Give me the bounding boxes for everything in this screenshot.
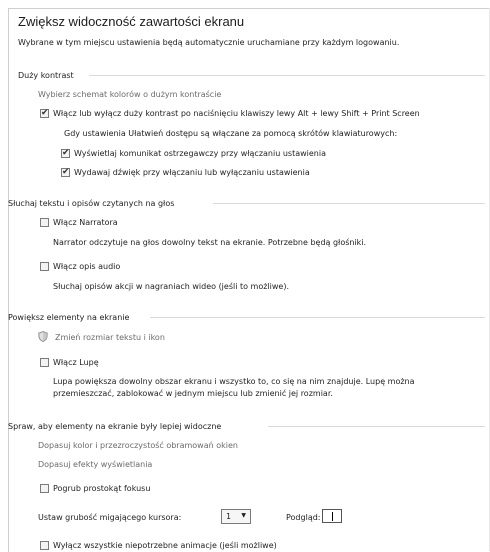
audio-description-checkbox[interactable] xyxy=(40,262,49,271)
narrator-label[interactable]: Włącz Narratora xyxy=(53,218,118,227)
section-narrator: Słuchaj tekstu i opisów czytanych na gło… xyxy=(8,199,175,208)
magnifier-label[interactable]: Włącz Lupę xyxy=(53,358,99,367)
audio-description-label[interactable]: Włącz opis audio xyxy=(53,262,120,271)
narrator-checkbox[interactable] xyxy=(40,218,49,227)
page-title: Zwiększ widoczność zawartości ekranu xyxy=(18,14,245,29)
cursor-caret xyxy=(332,512,333,521)
cursor-thickness-label: Ustaw grubość migającego kursora: xyxy=(38,513,182,522)
cursor-thickness-value: 1 xyxy=(226,512,232,521)
animations-checkbox[interactable] xyxy=(40,541,49,550)
section-divider xyxy=(150,317,485,318)
focus-rectangle-checkbox[interactable] xyxy=(40,484,49,493)
shield-icon xyxy=(38,331,48,342)
narrator-description: Narrator odczytuje na głos dowolny tekst… xyxy=(53,238,367,247)
high-contrast-shortcut-checkbox[interactable] xyxy=(40,108,49,118)
section-magnify: Powiększ elementy na ekranie xyxy=(8,313,130,322)
magnifier-checkbox[interactable] xyxy=(40,358,49,367)
resize-text-icons-link[interactable]: Zmień rozmiar tekstu i ikon xyxy=(55,333,165,342)
cursor-preview xyxy=(322,509,342,523)
animations-label[interactable]: Wyłącz wszystkie niepotrzebne animacje (… xyxy=(53,541,277,550)
audio-description-text: Słuchaj opisów akcji w nagraniach wideo … xyxy=(53,282,290,291)
section-divider xyxy=(268,426,485,427)
high-contrast-shortcut-label[interactable]: Włącz lub wyłącz duży kontrast po naciśn… xyxy=(53,109,420,118)
preview-label: Podgląd: xyxy=(286,513,321,522)
cursor-thickness-dropdown[interactable]: 1 ▼ xyxy=(221,509,251,524)
sound-checkbox[interactable] xyxy=(61,167,70,177)
magnifier-description-line-2: przemieszczać, zablokować w jednym miejs… xyxy=(53,389,333,398)
choose-high-contrast-link[interactable]: Wybierz schemat kolorów o dużym kontraśc… xyxy=(38,90,221,99)
sound-label[interactable]: Wydawaj dźwięk przy włączaniu lub wyłącz… xyxy=(74,168,310,177)
chevron-down-icon: ▼ xyxy=(241,512,246,519)
warning-message-label[interactable]: Wyświetlaj komunikat ostrzegawczy przy w… xyxy=(74,149,326,158)
section-divider xyxy=(89,75,485,76)
section-divider xyxy=(213,203,485,204)
magnifier-description-line-1: Lupa powiększa dowolny obszar ekranu i w… xyxy=(53,377,415,386)
display-effects-link[interactable]: Dopasuj efekty wyświetlania xyxy=(38,460,152,469)
section-visibility: Spraw, aby elementy na ekranie były lepi… xyxy=(8,422,222,431)
section-high-contrast: Duży kontrast xyxy=(18,71,74,80)
shortcut-note: Gdy ustawienia Ułatwień dostępu są włącz… xyxy=(64,129,398,138)
window-border-link[interactable]: Dopasuj kolor i przezroczystość obramowa… xyxy=(38,441,238,450)
focus-rectangle-label[interactable]: Pogrub prostokąt fokusu xyxy=(53,484,150,493)
page-subtitle: Wybrane w tym miejscu ustawienia będą au… xyxy=(18,38,400,47)
warning-message-checkbox[interactable] xyxy=(61,148,70,158)
